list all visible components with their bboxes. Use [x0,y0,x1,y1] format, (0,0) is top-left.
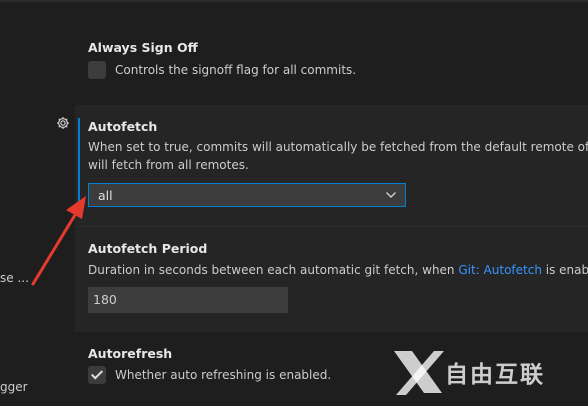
watermark-text: 自由互联 [445,362,545,388]
watermark-logo-icon [394,351,444,395]
watermark: 自由互联 [390,343,588,406]
